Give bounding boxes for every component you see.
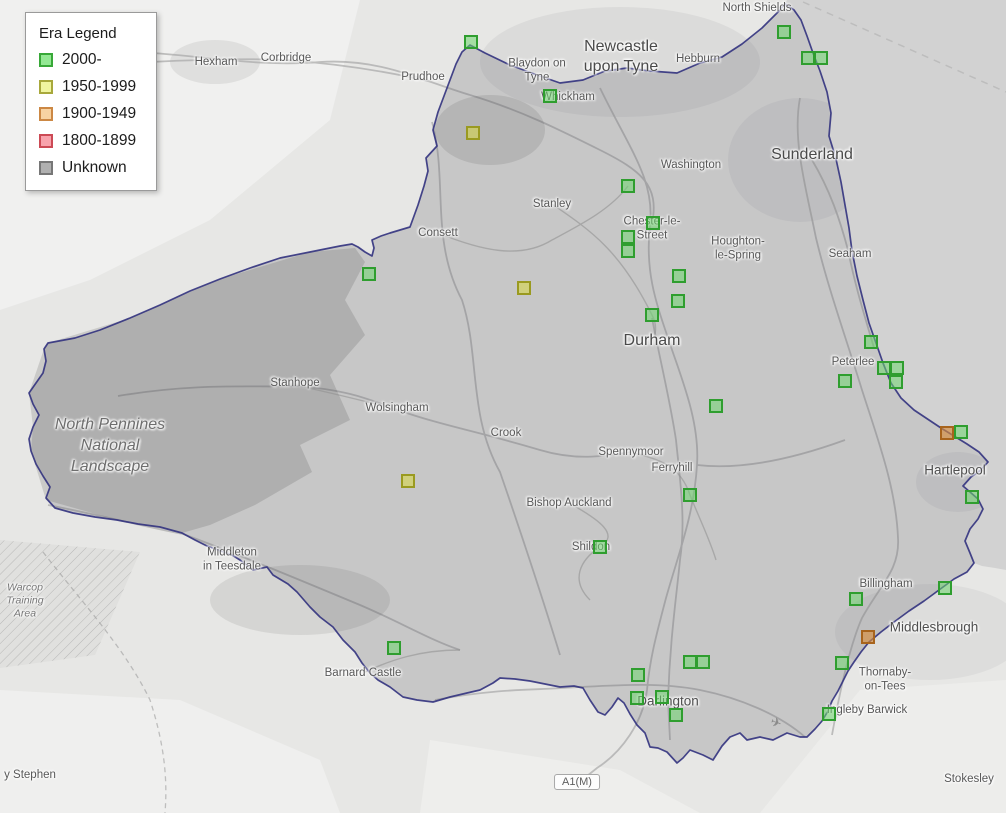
era-marker[interactable] (671, 294, 685, 308)
era-marker[interactable] (517, 281, 531, 295)
era-marker[interactable] (683, 655, 697, 669)
era-marker[interactable] (838, 374, 852, 388)
era-marker[interactable] (709, 399, 723, 413)
era-marker[interactable] (940, 426, 954, 440)
legend-swatch-icon (39, 53, 53, 67)
legend-label: 1950-1999 (62, 78, 137, 95)
era-marker[interactable] (466, 126, 480, 140)
era-marker[interactable] (543, 89, 557, 103)
era-marker[interactable] (669, 708, 683, 722)
era-marker[interactable] (822, 707, 836, 721)
era-marker[interactable] (621, 244, 635, 258)
moorland-dark (435, 95, 545, 165)
legend-item: Unknown (39, 159, 144, 177)
legend-item: 2000- (39, 51, 144, 69)
era-marker[interactable] (938, 581, 952, 595)
era-marker[interactable] (777, 25, 791, 39)
map-canvas[interactable]: Hexham Corbridge Prudhoe Newcastle upon Tyn… (0, 0, 1006, 813)
legend-items: 2000- 1950-1999 1900-1949 1800-1899 Unknown (39, 51, 144, 177)
legend-swatch-icon (39, 80, 53, 94)
legend-swatch-icon (39, 107, 53, 121)
legend-item: 1950-1999 (39, 78, 144, 96)
era-marker[interactable] (801, 51, 815, 65)
era-marker[interactable] (401, 474, 415, 488)
legend-label: Unknown (62, 159, 127, 176)
era-marker[interactable] (631, 668, 645, 682)
era-marker[interactable] (630, 691, 644, 705)
legend-item: 1800-1899 (39, 132, 144, 150)
legend-swatch-icon (39, 161, 53, 175)
era-marker[interactable] (877, 361, 891, 375)
legend-item: 1900-1949 (39, 105, 144, 123)
legend-swatch-icon (39, 134, 53, 148)
era-marker[interactable] (683, 488, 697, 502)
legend-title: Era Legend (39, 25, 117, 42)
era-marker[interactable] (849, 592, 863, 606)
era-marker[interactable] (861, 630, 875, 644)
era-marker[interactable] (890, 361, 904, 375)
era-marker[interactable] (889, 375, 903, 389)
era-marker[interactable] (672, 269, 686, 283)
era-marker[interactable] (655, 690, 669, 704)
legend-label: 1900-1949 (62, 105, 137, 122)
era-marker[interactable] (864, 335, 878, 349)
era-marker[interactable] (954, 425, 968, 439)
legend-label: 1800-1899 (62, 132, 137, 149)
era-marker[interactable] (387, 641, 401, 655)
era-marker[interactable] (362, 267, 376, 281)
era-marker[interactable] (696, 655, 710, 669)
era-marker[interactable] (814, 51, 828, 65)
era-marker[interactable] (965, 490, 979, 504)
era-marker[interactable] (593, 540, 607, 554)
era-marker[interactable] (646, 216, 660, 230)
era-marker[interactable] (621, 230, 635, 244)
legend-label: 2000- (62, 51, 102, 68)
era-marker[interactable] (835, 656, 849, 670)
era-marker[interactable] (621, 179, 635, 193)
era-marker[interactable] (464, 35, 478, 49)
era-legend: Era Legend 2000- 1950-1999 1900-1949 1800-1… (25, 12, 157, 191)
era-marker[interactable] (645, 308, 659, 322)
moorland-dark (210, 565, 390, 635)
